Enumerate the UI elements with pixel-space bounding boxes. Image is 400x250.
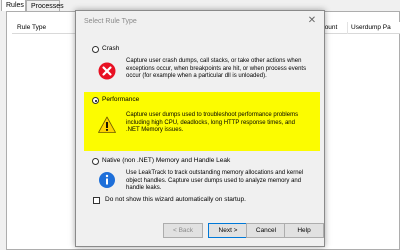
warning-icon (98, 116, 116, 134)
performance-label[interactable]: Performance (102, 96, 139, 103)
next-button[interactable]: Next > (208, 223, 248, 238)
tab-processes[interactable]: Processes (26, 0, 64, 11)
close-button[interactable]: ✕ (306, 15, 318, 27)
crash-radio[interactable] (92, 46, 99, 53)
native-leak-radio[interactable] (92, 158, 99, 165)
startup-checkbox-label[interactable]: Do not show this wizard automatically on… (105, 196, 246, 203)
performance-description: Capture user dumps used to troubleshoot … (126, 112, 299, 133)
tab-rules[interactable]: Rules (1, 0, 26, 11)
performance-radio[interactable] (92, 97, 99, 104)
native-leak-label[interactable]: Native (non .NET) Memory and Handle Leak (102, 157, 230, 164)
cancel-button[interactable]: Cancel (246, 223, 286, 238)
column-separator (347, 22, 348, 34)
column-rule-type[interactable]: Rule Type (17, 24, 46, 32)
info-icon (98, 171, 116, 189)
select-rule-type-dialog: Select Rule Type ✕ Crash Capture user cr… (75, 10, 325, 247)
help-button[interactable]: Help (284, 223, 324, 238)
dialog-title: Select Rule Type (84, 18, 137, 25)
native-leak-description: Use LeakTrack to track outstanding memor… (126, 170, 304, 191)
startup-checkbox[interactable] (93, 197, 100, 204)
back-button[interactable]: < Back (163, 223, 203, 238)
error-icon (98, 62, 116, 80)
crash-label[interactable]: Crash (102, 45, 119, 52)
crash-description: Capture user crash dumps, call stacks, o… (126, 58, 307, 79)
column-userdump-path[interactable]: Userdump Pa (351, 24, 391, 32)
